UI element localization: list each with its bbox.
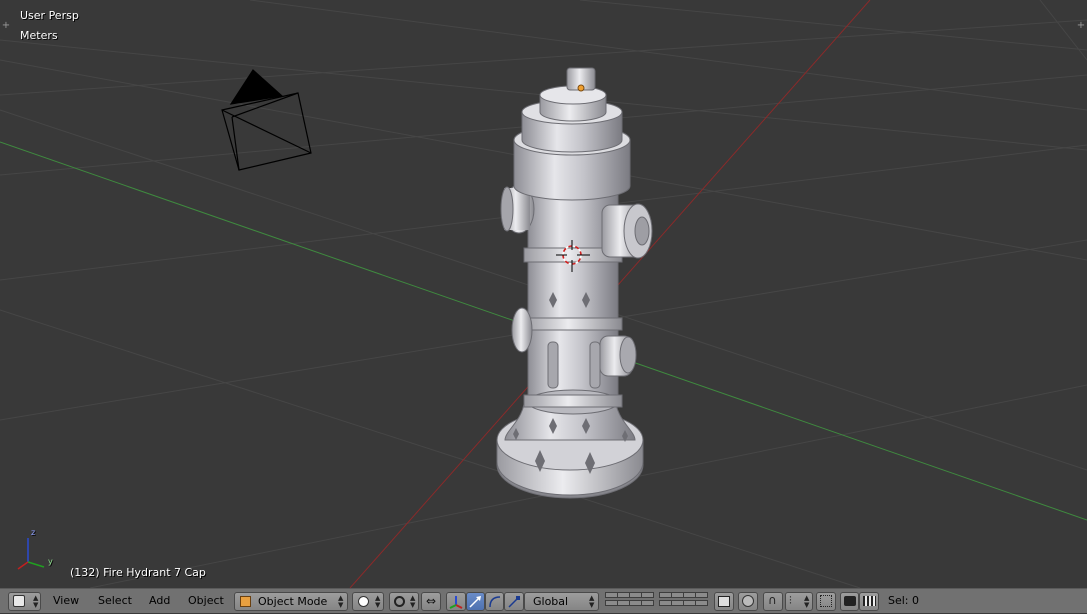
view-name-label: User Persp [20,9,79,22]
snap-increment-icon: ⫶ [789,594,792,607]
right-nozzle [601,203,653,259]
viewport-scene [0,0,1087,588]
3d-viewport[interactable]: + + User Persp Meters (132) Fire Hydrant… [0,0,1087,588]
render-animation-button[interactable] [859,592,879,611]
units-label: Meters [20,29,58,42]
layers-group-1[interactable] [605,589,655,614]
3d-view-header: ▲ ▼ View Select Add Object Object Mode ▲ ▼… [0,588,1087,613]
pivot-point-dropdown[interactable]: ▲ ▼ [389,592,419,611]
interaction-mode-label: Object Mode [258,595,328,608]
proportional-circle-icon [742,595,754,607]
transform-orientation-label: Global [533,595,569,608]
manipulate-center-icon: ⇔ [426,594,437,608]
snap-target-button[interactable] [816,592,836,611]
lower-left-nozzle [511,307,533,353]
proportional-editing-toggle[interactable] [738,592,758,611]
menu-object[interactable]: Object [188,594,224,607]
viewport-shading-dropdown[interactable]: ▲ ▼ [352,592,384,611]
camera-object [221,69,312,171]
axis-y-label: y [48,557,53,566]
menu-add[interactable]: Add [149,594,170,607]
axis-z-label: z [31,528,36,537]
selection-count-label: Sel: 0 [888,594,920,607]
transform-orientation-dropdown[interactable]: Global ▲ ▼ [524,592,599,611]
lower-right-nozzle [599,335,637,377]
transform-manipulator-icon [449,596,463,609]
pivot-median-icon [394,596,405,607]
3d-view-icon [13,595,25,607]
scale-manipulator-button[interactable] [504,592,524,611]
axis-gizmo-icon [17,538,45,570]
layer-lock-toggle[interactable] [714,592,734,611]
manipulator-toggle[interactable] [446,592,466,611]
object-mode-cube-icon [240,596,251,607]
scale-arrow-icon [508,596,520,608]
fire-hydrant-model [496,67,653,499]
interaction-mode-dropdown[interactable]: Object Mode ▲ ▼ [234,592,348,611]
snap-target-icon [820,595,832,607]
layers-group-2[interactable] [659,589,709,614]
menu-view[interactable]: View [53,594,79,607]
camera-render-icon [844,596,856,606]
region-toggle-plus-icon[interactable]: + [1,21,11,31]
manipulate-center-toggle[interactable]: ⇔ [421,592,441,611]
snap-element-dropdown[interactable]: ⫶ ▲ ▼ [785,592,813,611]
rotate-manipulator-button[interactable] [485,592,504,611]
magnet-snap-icon: ∩ [768,593,777,607]
rotate-arc-icon [489,596,501,608]
arrow-move-icon [469,596,481,608]
snap-toggle[interactable]: ∩ [763,592,783,611]
lock-camera-icon [718,596,730,607]
menu-select[interactable]: Select [98,594,132,607]
clapperboard-icon [863,596,876,606]
render-opengl-button[interactable] [840,592,859,611]
region-toggle-plus-icon[interactable]: + [1076,21,1086,31]
editor-type-selector[interactable]: ▲ ▼ [8,592,41,611]
solid-sphere-icon [358,596,369,607]
object-info-label: (132) Fire Hydrant 7 Cap [70,566,206,579]
translate-manipulator-button[interactable] [466,592,485,611]
